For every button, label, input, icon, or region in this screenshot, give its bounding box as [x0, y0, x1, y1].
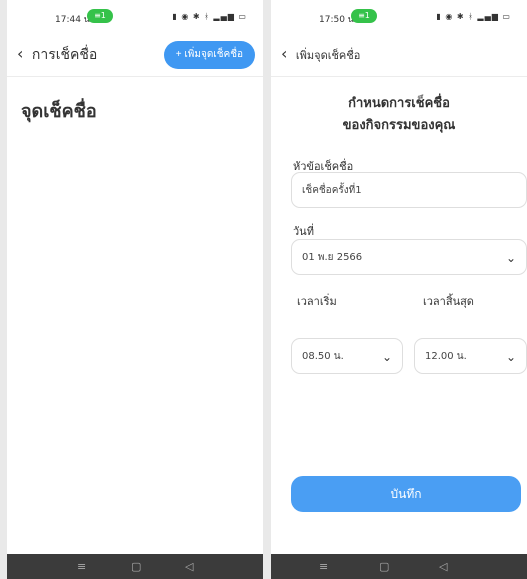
form-title: กำหนดการเช็คชื่อ ของกิจกรรมของคุณ: [271, 93, 527, 137]
chevron-left-icon: ‹: [281, 44, 288, 63]
chevron-left-icon: ‹: [17, 44, 24, 63]
status-bar: 17:44 น. ≡1 ▮ ◉ ✱ ᚼ ▂▄▆ ▭: [7, 0, 263, 34]
end-time-label: เวลาสิ้นสุด: [423, 295, 474, 308]
save-button[interactable]: บันทึก: [291, 476, 521, 512]
back-button[interactable]: ‹ การเช็คชื่อ: [17, 44, 97, 66]
back-nav-icon[interactable]: ◁: [185, 560, 193, 573]
back-nav-icon[interactable]: ◁: [439, 560, 447, 573]
back-label: เพิ่มจุดเช็คชื่อ: [295, 49, 361, 62]
back-button[interactable]: ‹ เพิ่มจุดเช็คชื่อ: [281, 44, 360, 64]
status-badge: ≡1: [351, 9, 377, 23]
screen-checkin-list: 17:44 น. ≡1 ▮ ◉ ✱ ᚼ ▂▄▆ ▭ ‹ การเช็คชื่อ …: [7, 0, 263, 579]
status-icons: ▮ ◉ ✱ ᚼ ▂▄▆ ▭: [172, 12, 247, 21]
end-time-select[interactable]: 12.00 น. ⌄: [414, 338, 527, 374]
status-icons: ▮ ◉ ✱ ᚼ ▂▄▆ ▭: [436, 12, 511, 21]
date-value: 01 พ.ย 2566: [302, 252, 363, 263]
chevron-down-icon: ⌄: [505, 350, 516, 364]
topic-value: เช็คชื่อครั้งที่1: [302, 185, 362, 196]
app-header: ‹ เพิ่มจุดเช็คชื่อ: [271, 34, 527, 77]
form-title-line2: ของกิจกรรมของคุณ: [342, 118, 456, 133]
screen-add-checkpoint: 17:50 น. ≡1 ▮ ◉ ✱ ᚼ ▂▄▆ ▭ ‹ เพิ่มจุดเช็ค…: [271, 0, 527, 579]
form-title-line1: กำหนดการเช็คชื่อ: [348, 96, 450, 111]
chevron-down-icon: ⌄: [505, 251, 516, 265]
start-time-value: 08.50 น.: [302, 351, 344, 362]
home-icon[interactable]: ▢: [379, 560, 389, 573]
status-bar: 17:50 น. ≡1 ▮ ◉ ✱ ᚼ ▂▄▆ ▭: [271, 0, 527, 34]
status-badge: ≡1: [87, 9, 113, 23]
end-time-value: 12.00 น.: [425, 351, 467, 362]
menu-icon[interactable]: ≡: [319, 560, 328, 573]
topic-input[interactable]: เช็คชื่อครั้งที่1: [291, 172, 527, 208]
date-label: วันที่: [293, 225, 314, 238]
app-header: ‹ การเช็คชื่อ + เพิ่มจุดเช็คชื่อ: [7, 34, 263, 77]
date-select[interactable]: 01 พ.ย 2566 ⌄: [291, 239, 527, 275]
home-icon[interactable]: ▢: [131, 560, 141, 573]
start-time-label: เวลาเริ่ม: [297, 295, 337, 308]
page-title: จุดเช็คชื่อ: [21, 101, 97, 122]
system-navbar: ≡ ▢ ◁: [7, 554, 263, 579]
back-label: การเช็คชื่อ: [31, 47, 98, 63]
system-navbar: ≡ ▢ ◁: [271, 554, 527, 579]
add-checkpoint-button[interactable]: + เพิ่มจุดเช็คชื่อ: [163, 41, 255, 69]
chevron-down-icon: ⌄: [381, 350, 392, 364]
menu-icon[interactable]: ≡: [77, 560, 86, 573]
start-time-select[interactable]: 08.50 น. ⌄: [291, 338, 403, 374]
